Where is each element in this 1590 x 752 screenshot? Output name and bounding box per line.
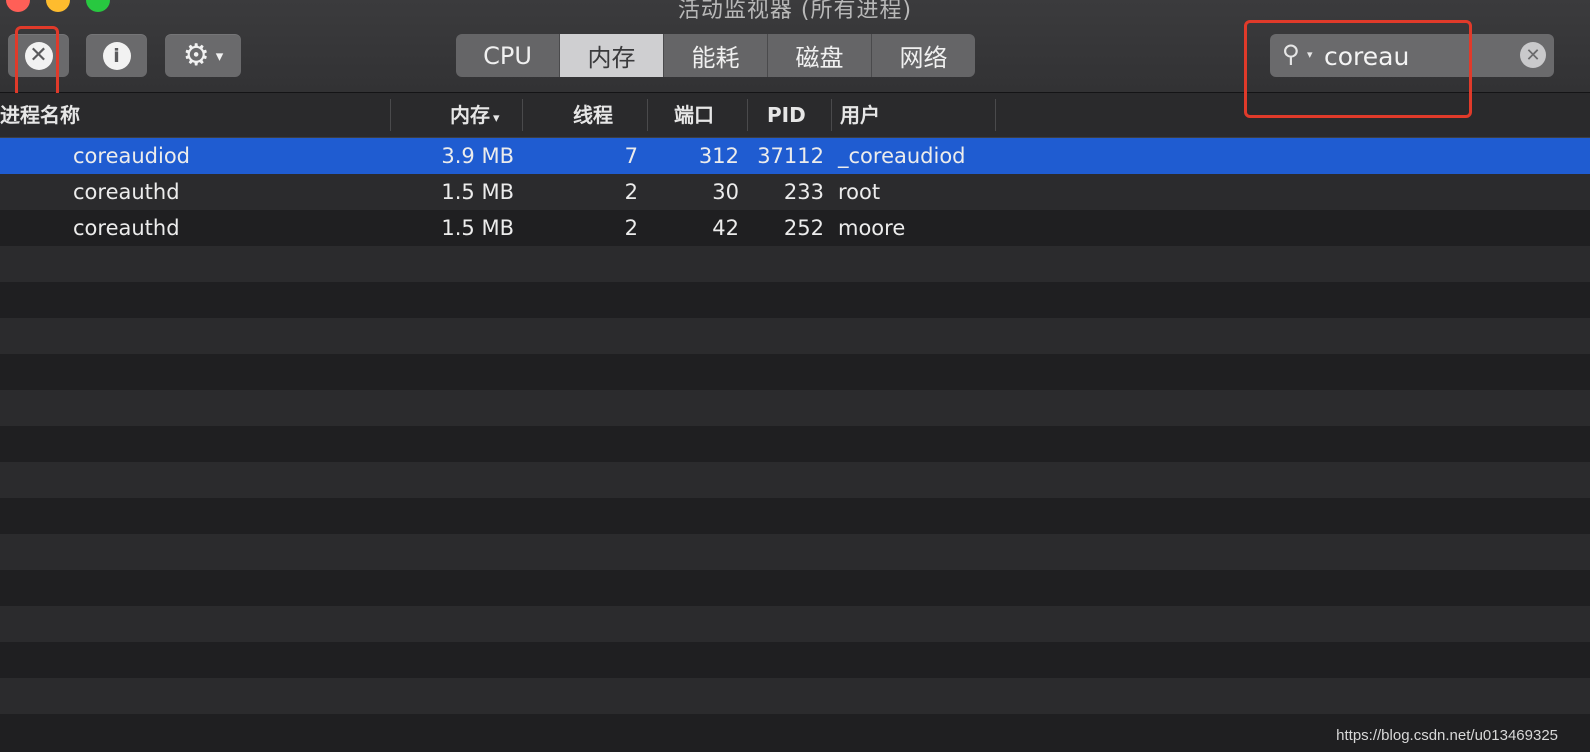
user-cell: moore [838, 216, 906, 240]
pid-cell: 37112 [757, 144, 824, 168]
inspect-process-button[interactable]: i [86, 34, 147, 77]
search-options-chevron-icon[interactable]: ▾ [1307, 48, 1313, 61]
tab-network[interactable]: 网络 [872, 34, 975, 77]
action-menu-button[interactable]: ⚙ ▾ [165, 34, 241, 77]
user-cell: _coreaudiod [838, 144, 966, 168]
sort-descending-icon: ▾ [493, 111, 500, 126]
pid-cell: 252 [783, 216, 824, 240]
process-table: coreaudiod 3.9 MB 7 312 37112 _coreaudio… [0, 138, 1590, 752]
tab-memory[interactable]: 内存 [560, 34, 664, 77]
stop-process-icon: ✕ [24, 41, 53, 70]
column-divider[interactable] [647, 99, 648, 131]
empty-row [0, 606, 1590, 642]
window-title: 活动监视器 (所有进程) [677, 0, 913, 23]
tab-cpu[interactable]: CPU [456, 34, 560, 77]
empty-row [0, 246, 1590, 282]
ports-cell: 42 [712, 216, 739, 240]
user-cell: root [838, 180, 881, 204]
empty-row [0, 498, 1590, 534]
empty-row [0, 462, 1590, 498]
clear-search-icon[interactable]: ✕ [1520, 42, 1546, 68]
stop-process-button[interactable]: ✕ [8, 34, 69, 77]
pid-cell: 233 [783, 180, 824, 204]
tab-disk[interactable]: 磁盘 [768, 34, 872, 77]
column-header-memory-label: 内存 [450, 103, 490, 127]
memory-cell: 1.5 MB [441, 216, 514, 240]
column-divider[interactable] [995, 99, 996, 131]
process-name-cell: coreauthd [73, 216, 180, 240]
threads-cell: 2 [624, 216, 638, 240]
search-field[interactable]: ⚲ ▾ ✕ [1270, 34, 1554, 77]
threads-cell: 2 [624, 180, 638, 204]
column-divider[interactable] [831, 99, 832, 131]
table-row[interactable]: coreaudiod 3.9 MB 7 312 37112 _coreaudio… [0, 138, 1590, 174]
column-header-user[interactable]: 用户 [840, 93, 880, 137]
column-header-name[interactable]: 进程名称 [0, 93, 80, 137]
watermark: https://blog.csdn.net/u013469325 [1336, 727, 1558, 744]
process-name-cell: coreaudiod [73, 144, 191, 168]
ports-cell: 312 [698, 144, 739, 168]
threads-cell: 7 [624, 144, 638, 168]
column-header-ports[interactable]: 端口 [674, 93, 714, 137]
table-row[interactable]: coreauthd 1.5 MB 2 30 233 root [0, 174, 1590, 210]
empty-row [0, 678, 1590, 714]
empty-row [0, 318, 1590, 354]
empty-row [0, 534, 1590, 570]
column-header-memory[interactable]: 内存 ▾ [450, 93, 514, 137]
search-icon[interactable]: ⚲ [1282, 40, 1300, 68]
info-icon: i [102, 41, 131, 70]
ports-cell: 30 [712, 180, 739, 204]
tab-bar: CPU 内存 能耗 磁盘 网络 [456, 34, 975, 77]
process-name-cell: coreauthd [73, 180, 180, 204]
empty-row [0, 282, 1590, 318]
empty-row [0, 426, 1590, 462]
column-divider[interactable] [522, 99, 523, 131]
memory-cell: 1.5 MB [441, 180, 514, 204]
column-divider[interactable] [747, 99, 748, 131]
column-header-pid[interactable]: PID [767, 93, 806, 137]
search-input[interactable] [1322, 38, 1506, 74]
table-row[interactable]: coreauthd 1.5 MB 2 42 252 moore [0, 210, 1590, 246]
empty-row [0, 354, 1590, 390]
memory-cell: 3.9 MB [441, 144, 514, 168]
toolbar: 活动监视器 (所有进程) ✕ i ⚙ ▾ CPU 内存 能耗 磁盘 网络 ⚲ ▾… [0, 0, 1590, 118]
empty-row [0, 390, 1590, 426]
table-header: 进程名称 内存 ▾ 线程 端口 PID 用户 [0, 93, 1590, 138]
tab-energy[interactable]: 能耗 [664, 34, 768, 77]
gear-icon: ⚙ [182, 37, 210, 73]
column-divider[interactable] [390, 99, 391, 131]
chevron-down-icon: ▾ [215, 46, 224, 65]
column-header-threads[interactable]: 线程 [573, 93, 613, 137]
empty-row [0, 642, 1590, 678]
empty-row [0, 570, 1590, 606]
